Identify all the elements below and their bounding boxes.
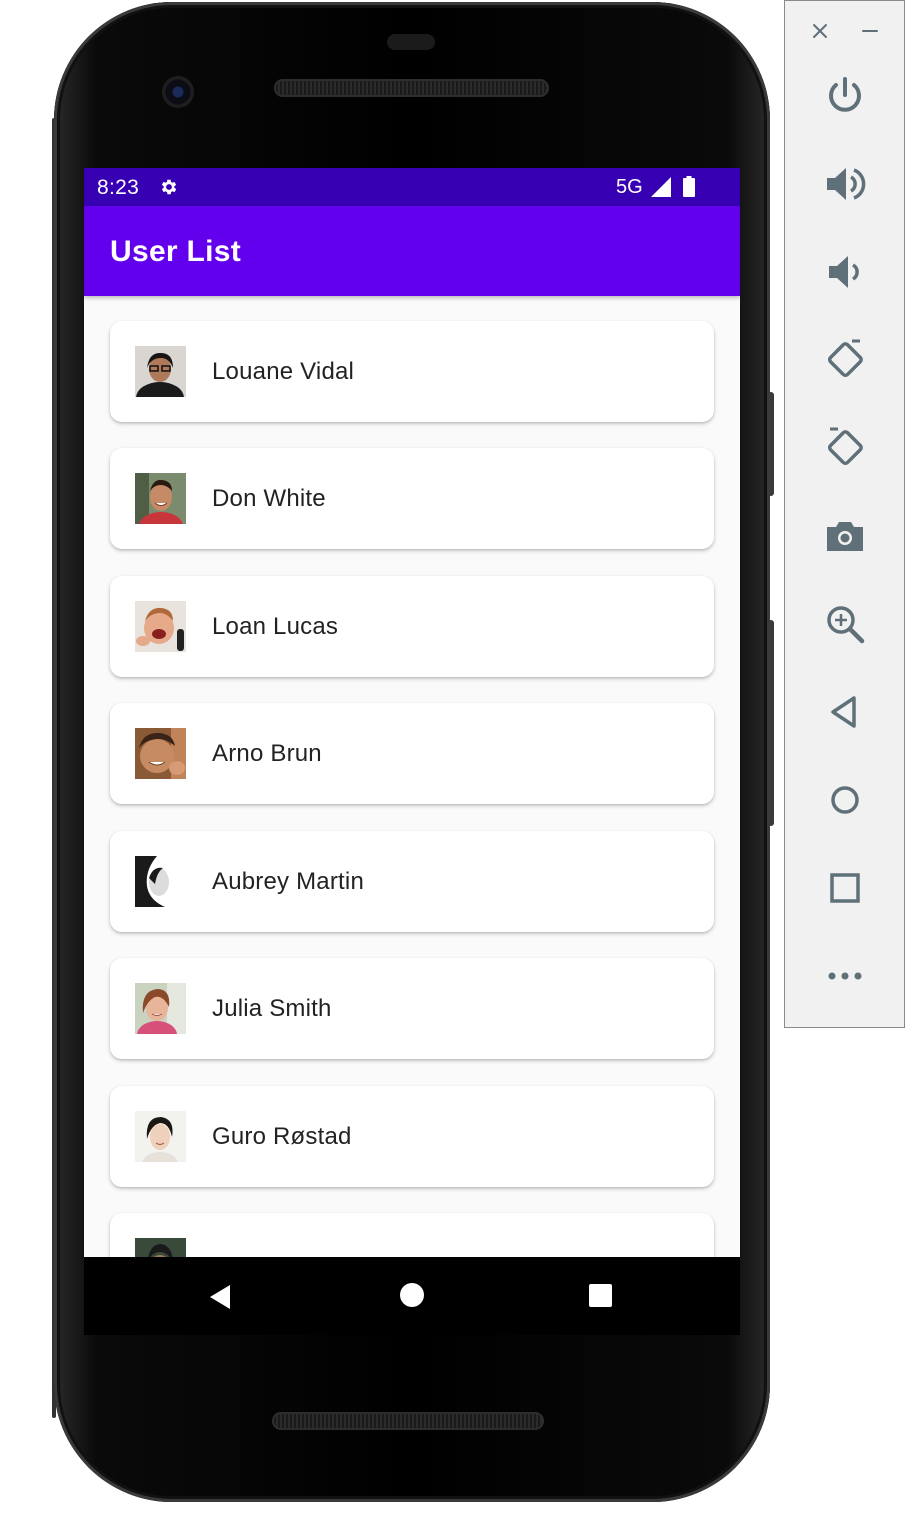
power-icon[interactable] bbox=[822, 73, 868, 119]
status-bar: 8:23 5G bbox=[84, 168, 740, 206]
network-type: 5G bbox=[616, 176, 643, 198]
status-time: 8:23 bbox=[97, 176, 140, 199]
user-avatar bbox=[135, 1111, 186, 1162]
user-avatar bbox=[135, 1238, 186, 1257]
rotate-left-icon[interactable] bbox=[822, 337, 868, 383]
earpiece-speaker bbox=[274, 79, 549, 97]
device-screen: 8:23 5G User List Louane Vidal Don White… bbox=[84, 168, 740, 1257]
user-card[interactable]: Julia Smith bbox=[110, 958, 714, 1059]
user-card[interactable]: Don White bbox=[110, 448, 714, 549]
volume-up-icon[interactable] bbox=[822, 161, 868, 207]
more-icon[interactable] bbox=[822, 953, 868, 999]
page-title: User List bbox=[110, 235, 242, 268]
home-icon[interactable] bbox=[822, 777, 868, 823]
user-name: Loan Lucas bbox=[212, 613, 339, 640]
proximity-sensor bbox=[387, 34, 435, 50]
app-bar: User List bbox=[84, 206, 740, 296]
back-triangle-icon[interactable] bbox=[204, 1279, 240, 1315]
back-icon[interactable] bbox=[822, 689, 868, 735]
user-avatar bbox=[135, 473, 186, 524]
user-avatar bbox=[135, 728, 186, 779]
minimize-icon[interactable] bbox=[859, 20, 881, 42]
emulator-toolbar bbox=[784, 0, 905, 1028]
user-card[interactable]: Aubrey Martin bbox=[110, 831, 714, 932]
user-card[interactable]: Loan Lucas bbox=[110, 576, 714, 677]
signal-icon bbox=[651, 177, 671, 197]
bottom-speaker bbox=[272, 1412, 544, 1430]
user-name: Aubrey Martin bbox=[212, 868, 364, 895]
rotate-right-icon[interactable] bbox=[822, 425, 868, 471]
user-card[interactable] bbox=[110, 1213, 714, 1257]
user-avatar bbox=[135, 601, 186, 652]
user-avatar bbox=[135, 346, 186, 397]
user-name: Arno Brun bbox=[212, 740, 322, 767]
camera-icon[interactable] bbox=[822, 513, 868, 559]
phone-power-button bbox=[768, 392, 774, 496]
user-name: Guro Røstad bbox=[212, 1123, 352, 1150]
user-name: Louane Vidal bbox=[212, 358, 355, 385]
user-card[interactable]: Louane Vidal bbox=[110, 321, 714, 422]
user-name: Julia Smith bbox=[212, 995, 332, 1022]
user-card[interactable]: Guro Røstad bbox=[110, 1086, 714, 1187]
zoom-icon[interactable] bbox=[822, 601, 868, 647]
user-card[interactable]: Arno Brun bbox=[110, 703, 714, 804]
user-name: Don White bbox=[212, 485, 326, 512]
navigation-bar bbox=[84, 1257, 740, 1335]
user-avatar bbox=[135, 856, 186, 907]
overview-icon[interactable] bbox=[822, 865, 868, 911]
settings-icon bbox=[161, 179, 177, 195]
battery-icon bbox=[683, 176, 695, 197]
phone-volume-button bbox=[768, 620, 774, 826]
close-icon[interactable] bbox=[809, 20, 831, 42]
volume-down-icon[interactable] bbox=[822, 249, 868, 295]
home-circle-icon[interactable] bbox=[394, 1279, 430, 1315]
user-list[interactable]: Louane Vidal Don White Loan Lucas Arno B… bbox=[84, 296, 740, 1257]
recents-square-icon[interactable] bbox=[584, 1279, 620, 1315]
front-camera-icon bbox=[162, 76, 194, 108]
user-avatar bbox=[135, 983, 186, 1034]
